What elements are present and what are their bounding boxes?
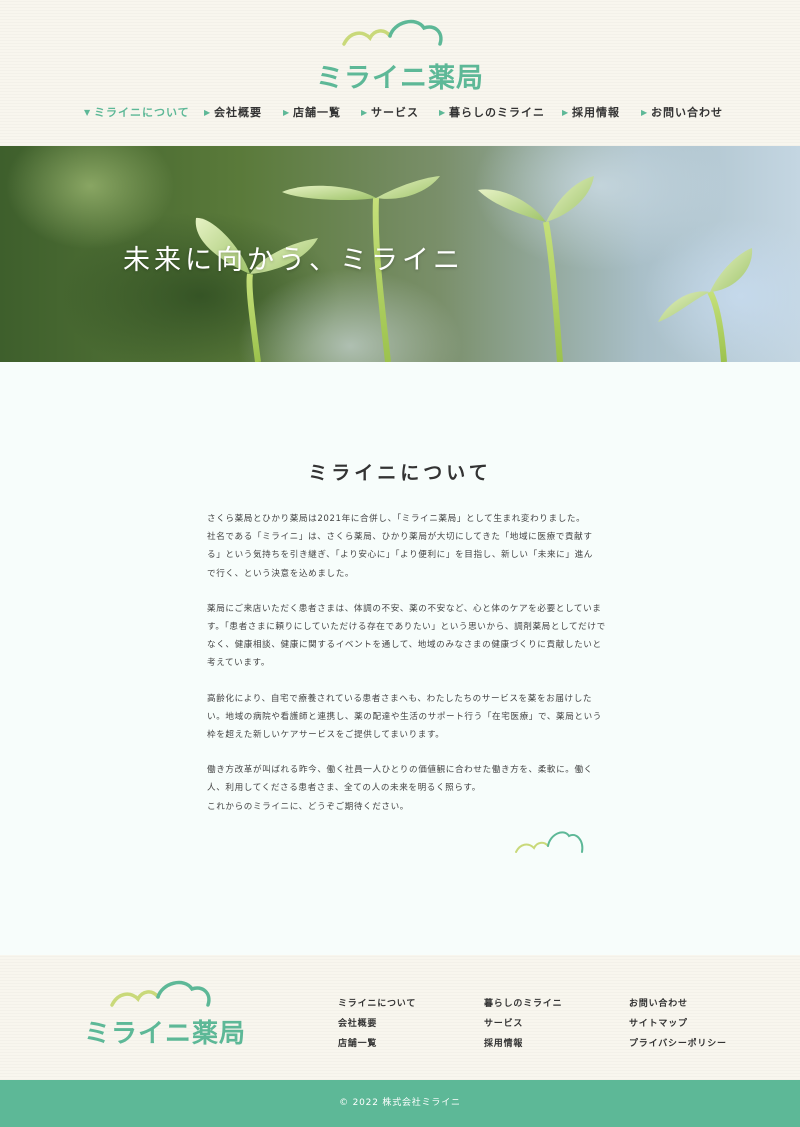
text-line: 考えています。 bbox=[207, 658, 271, 669]
nav-item-company[interactable]: ▶ 会社概要 bbox=[204, 103, 262, 123]
paragraph: 薬局にご来店いただく患者さまは、体調の不安、薬の不安など、心と体のケアを必要とし… bbox=[207, 600, 606, 673]
nav-item-stores[interactable]: ▶ 店舗一覧 bbox=[283, 103, 341, 123]
about-body: さくら薬局とひかり薬局は2021年に合併し、「ミライニ薬局」として生まれ変わりま… bbox=[207, 510, 606, 833]
nav-label: 会社概要 bbox=[214, 106, 262, 119]
nav-item-contact[interactable]: ▶ お問い合わせ bbox=[641, 103, 723, 123]
text-line: これからのミライニに、どうぞご期待ください。 bbox=[207, 801, 410, 812]
site-header: ミライニ薬局 ▼ ミライニについて ▶ 会社概要 ▶ 店舗一覧 ▶ サービス ▶ 暮らしの… bbox=[0, 0, 800, 146]
cloud-logo-icon bbox=[342, 19, 443, 46]
hero-banner: 未来に向かう、ミライニ bbox=[0, 146, 800, 362]
paragraph: 高齢化により、自宅で療養されている患者さまへも、わたしたちのサービスを薬をお届け… bbox=[207, 690, 602, 745]
nav-label: 採用情報 bbox=[572, 106, 620, 119]
nav-item-recruit[interactable]: ▶ 採用情報 bbox=[562, 103, 620, 123]
triangle-right-icon: ▶ bbox=[562, 108, 570, 117]
site-footer: ミライニ薬局 ミライニについて 会社概要 店舗一覧 暮らしのミライニ サービス … bbox=[0, 955, 800, 1080]
text-line: さくら薬局とひかり薬局は2021年に合併し、「ミライニ薬局」として生まれ変わりま… bbox=[207, 514, 586, 524]
text-line: 枠を超えた新しいケアサービスをご提供してまいります。 bbox=[207, 730, 445, 741]
nav-label: サービス bbox=[371, 106, 419, 119]
footer-link-company[interactable]: 会社概要 bbox=[338, 1016, 377, 1029]
text-line: 薬局にご来店いただく患者さまは、体調の不安、薬の不安など、心と体のケアを必要とし… bbox=[207, 603, 602, 614]
paragraph: さくら薬局とひかり薬局は2021年に合併し、「ミライニ薬局」として生まれ変わりま… bbox=[207, 510, 597, 583]
text-line: なく、健康相談、健康に関するイベントを通して、地域のみなさまの健康づくりに貢献し… bbox=[207, 640, 602, 651]
text-line: 人、利用してくださる患者さま、全ての人の未来を明るく照らす。 bbox=[207, 783, 481, 794]
logo-text: ミライニ薬局 bbox=[84, 1019, 247, 1049]
cloud-decoration-icon bbox=[514, 826, 588, 860]
main-nav: ▼ ミライニについて ▶ 会社概要 ▶ 店舗一覧 ▶ サービス ▶ 暮らしのミライニ ▶ 採… bbox=[0, 103, 800, 123]
footer-link-recruit[interactable]: 採用情報 bbox=[484, 1036, 523, 1049]
nav-item-life[interactable]: ▶ 暮らしのミライニ bbox=[439, 103, 545, 123]
footer-logo[interactable]: ミライニ薬局 bbox=[84, 975, 260, 1049]
triangle-right-icon: ▶ bbox=[439, 108, 447, 117]
footer-link-contact[interactable]: お問い合わせ bbox=[629, 996, 688, 1009]
copyright-text: © 2022 株式会社ミライニ bbox=[339, 1098, 461, 1108]
text-line: 高齢化により、自宅で療養されている患者さまへも、わたしたちのサービスを薬をお届け… bbox=[207, 693, 593, 704]
paragraph: 働き方改革が叫ばれる昨今、働く社員一人ひとりの価値観に合わせた働き方を、柔軟に。… bbox=[207, 761, 597, 816]
footer-link-life[interactable]: 暮らしのミライニ bbox=[484, 996, 562, 1009]
text-line: い。地域の病院や看護師と連携し、薬の配達や生活のサポート行う「在宅医療」で、薬局… bbox=[207, 711, 602, 722]
section-title: ミライニについて bbox=[308, 462, 492, 484]
nav-label: ミライニについて bbox=[94, 106, 190, 119]
footer-link-stores[interactable]: 店舗一覧 bbox=[338, 1036, 377, 1049]
triangle-right-icon: ▶ bbox=[283, 108, 291, 117]
text-line: で行く、という決意を込めました。 bbox=[207, 568, 355, 579]
triangle-right-icon: ▶ bbox=[204, 108, 212, 117]
footer-link-sitemap[interactable]: サイトマップ bbox=[629, 1016, 688, 1029]
triangle-right-icon: ▶ bbox=[361, 108, 369, 117]
copyright-bar: © 2022 株式会社ミライニ bbox=[0, 1080, 800, 1127]
text-line: 働き方改革が叫ばれる昨今、働く社員一人ひとりの価値観に合わせた働き方を、柔軟に。… bbox=[207, 765, 593, 776]
footer-link-privacy[interactable]: プライバシーポリシー bbox=[629, 1036, 727, 1049]
cloud-logo-icon bbox=[110, 980, 211, 1007]
text-line: る」という気持ちを引き継ぎ、「より安心に」「より便利に」を目指し、新しい「未来に… bbox=[207, 550, 593, 561]
nav-label: お問い合わせ bbox=[651, 106, 723, 119]
nav-item-service[interactable]: ▶ サービス bbox=[361, 103, 419, 123]
footer-link-about[interactable]: ミライニについて bbox=[338, 996, 416, 1009]
logo-text: ミライニ薬局 bbox=[316, 63, 484, 94]
text-line: 社名である「ミライニ」は、さくら薬局、ひかり薬局が大切にしてきた「地域に医療で貢… bbox=[207, 532, 593, 543]
triangle-down-icon: ▼ bbox=[84, 108, 92, 117]
text-line: す。「患者さまに頼りにしていただける存在でありたい」という思いから、調剤薬局とし… bbox=[207, 622, 606, 633]
footer-link-service[interactable]: サービス bbox=[484, 1016, 523, 1029]
triangle-right-icon: ▶ bbox=[641, 108, 649, 117]
nav-label: 暮らしのミライニ bbox=[449, 106, 545, 119]
nav-item-about[interactable]: ▼ ミライニについて bbox=[84, 103, 190, 123]
hero-title: 未来に向かう、ミライニ bbox=[123, 245, 464, 276]
nav-label: 店舗一覧 bbox=[293, 106, 341, 119]
site-logo[interactable]: ミライニ薬局 bbox=[312, 16, 488, 94]
